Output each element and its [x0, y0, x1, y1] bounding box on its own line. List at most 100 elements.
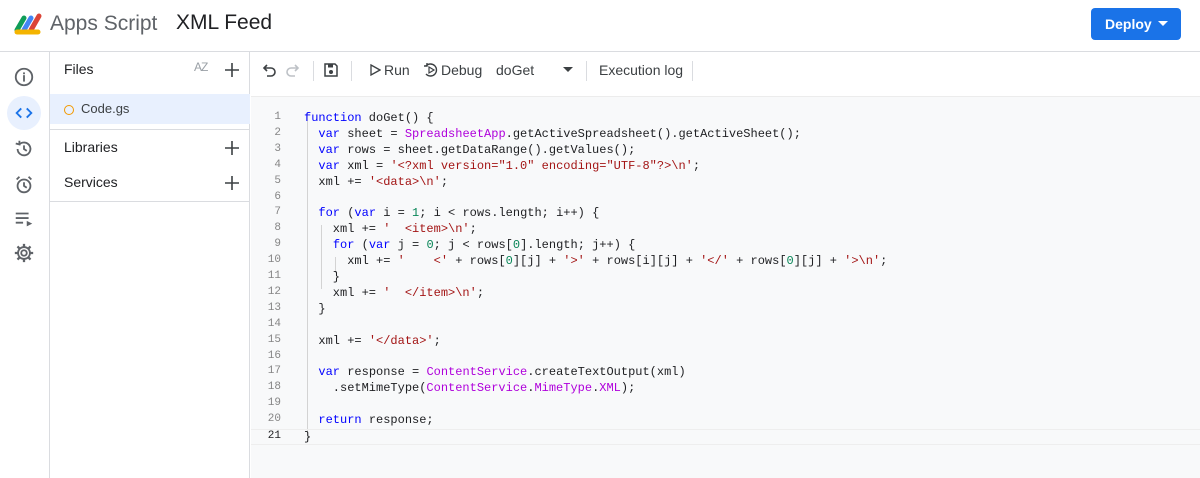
undo-button[interactable]: [259, 60, 279, 80]
code-line[interactable]: 7 for (var i = 1; i < rows.length; i++) …: [251, 206, 1200, 222]
code-line[interactable]: 9 for (var j = 0; j < rows[0].length; j+…: [251, 238, 1200, 254]
code-token: var: [318, 126, 341, 141]
code-token: ' <item>\n': [383, 222, 470, 237]
code-token: response =: [340, 365, 427, 380]
divider: [50, 201, 250, 202]
code-token: .getActiveSpreadsheet().getActiveSheet()…: [505, 126, 801, 141]
rail-settings[interactable]: [7, 236, 41, 270]
rail-overview[interactable]: [7, 60, 41, 94]
code-token: ; i < rows.length; i++) {: [419, 206, 600, 221]
code-token: 0: [426, 238, 434, 253]
code-token: '>': [563, 254, 585, 269]
rail-executions[interactable]: [7, 202, 41, 236]
code-token: xml +=: [304, 254, 398, 269]
code-line[interactable]: 19: [251, 397, 1200, 413]
code-token: SpreadsheetApp: [404, 126, 506, 141]
code-editor[interactable]: 1 function doGet() {2 var sheet = Spreads…: [251, 96, 1200, 478]
line-number: 18: [267, 381, 281, 394]
line-number: 3: [274, 142, 281, 155]
code-token: ;: [476, 285, 485, 300]
code-line[interactable]: 13 }: [251, 302, 1200, 318]
code-token: 0: [786, 254, 794, 269]
apps-script-logo-icon[interactable]: [14, 10, 46, 38]
code-token: j =: [390, 238, 427, 253]
line-code: var sheet = SpreadsheetApp.getActiveSpre…: [304, 127, 801, 141]
rail-triggers[interactable]: [7, 168, 41, 202]
code-line[interactable]: 2 var sheet = SpreadsheetApp.getActiveSp…: [251, 127, 1200, 143]
info-icon: [14, 67, 34, 87]
debug-button[interactable]: Debug: [441, 62, 482, 78]
rail-editor[interactable]: [7, 96, 41, 130]
app-name[interactable]: Apps Script: [50, 12, 157, 36]
code-line[interactable]: 5 xml += '<data>\n';: [251, 175, 1200, 191]
code-token: for: [332, 238, 355, 253]
rail-triggers-history[interactable]: [7, 132, 41, 166]
code-token: function: [304, 111, 362, 125]
code-line[interactable]: 15 xml += '</data>';: [251, 334, 1200, 350]
file-item-code-gs[interactable]: Code.gs: [50, 94, 250, 124]
code-token: rows = sheet.getDataRange().getValues();: [340, 142, 636, 157]
execution-log-button[interactable]: Execution log: [599, 62, 683, 78]
code-line[interactable]: 14: [251, 318, 1200, 334]
code-line[interactable]: 4 var xml = '<?xml version="1.0" encodin…: [251, 159, 1200, 175]
code-line[interactable]: 1 function doGet() {: [251, 111, 1200, 127]
code-line[interactable]: 3 var rows = sheet.getDataRange().getVal…: [251, 143, 1200, 159]
code-line[interactable]: 6: [251, 191, 1200, 207]
add-service-button[interactable]: [220, 171, 244, 195]
code-token: XML: [599, 381, 621, 396]
line-number: 2: [274, 126, 281, 139]
line-number: 9: [274, 238, 281, 251]
code-line[interactable]: 11 }: [251, 270, 1200, 286]
line-number: 14: [267, 317, 281, 330]
line-code: }: [304, 430, 311, 444]
code-token: ].length; j++) {: [520, 238, 636, 253]
code-line[interactable]: 12 xml += ' </item>\n';: [251, 286, 1200, 302]
line-code: }: [304, 301, 326, 316]
code-token: ContentService: [426, 365, 528, 380]
function-select[interactable]: doGet: [496, 62, 534, 78]
files-panel: Files AZ Code.gs Libraries Services: [50, 52, 250, 478]
line-code: var xml = '<?xml version="1.0" encoding=…: [304, 159, 700, 173]
deploy-button[interactable]: Deploy: [1091, 8, 1181, 40]
save-button[interactable]: [321, 60, 341, 80]
code-line[interactable]: 10 xml += ' <' + rows[0][j] + '>' + rows…: [251, 254, 1200, 270]
code-token: }: [304, 301, 326, 316]
code-line[interactable]: 18 .setMimeType(ContentService.MimeType.…: [251, 381, 1200, 397]
undo-icon: [262, 64, 276, 77]
line-number: 21: [267, 430, 281, 442]
line-code: function doGet() {: [304, 111, 434, 125]
line-number: 6: [274, 190, 281, 203]
redo-button[interactable]: [283, 60, 303, 80]
sort-az-button[interactable]: AZ: [194, 60, 208, 74]
add-library-button[interactable]: [220, 136, 244, 160]
gear-icon: [14, 243, 34, 263]
line-code: }: [304, 270, 340, 284]
left-rail: [0, 52, 50, 478]
save-icon: [324, 63, 338, 77]
code-token: i =: [376, 206, 413, 221]
code-token: }: [304, 270, 341, 284]
editor-toolbar: Run Debug doGet Execution log: [251, 52, 1200, 88]
code-line[interactable]: 16: [251, 350, 1200, 366]
project-title[interactable]: XML Feed: [176, 11, 272, 35]
code-line[interactable]: 8 xml += ' <item>\n';: [251, 222, 1200, 238]
files-header: Files AZ: [50, 52, 250, 88]
code-line[interactable]: 21}: [251, 429, 1200, 445]
services-header[interactable]: Services: [50, 165, 250, 201]
line-number: 19: [267, 397, 281, 410]
run-button[interactable]: Run: [384, 62, 410, 78]
code-line[interactable]: 17 var response = ContentService.createT…: [251, 365, 1200, 381]
code-token: return: [318, 413, 362, 428]
add-file-button[interactable]: [220, 58, 244, 82]
code-token: 0: [512, 238, 521, 253]
libraries-header[interactable]: Libraries: [50, 130, 250, 166]
line-code: var rows = sheet.getDataRange().getValue…: [304, 143, 635, 157]
line-code: for (var j = 0; j < rows[0].length; j++)…: [304, 238, 635, 252]
code-token: for: [318, 206, 341, 221]
code-line[interactable]: 20 return response;: [251, 413, 1200, 429]
debug-icon: [421, 60, 441, 80]
chevron-down-icon[interactable]: [563, 67, 573, 72]
